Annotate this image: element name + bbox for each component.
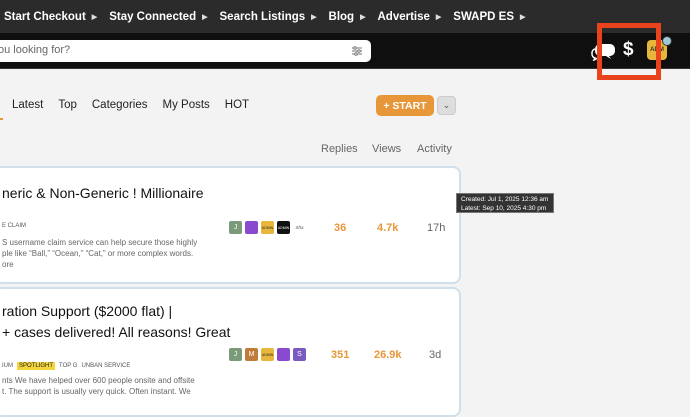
caret-right-icon: ▶	[202, 13, 208, 21]
column-views[interactable]: Views	[372, 143, 401, 155]
poster-avatars: J M ADMIN S	[229, 348, 306, 361]
avatar[interactable]: ADMIN	[261, 348, 274, 361]
nav-label: SWAPD ES	[453, 10, 515, 23]
activity-tooltip: Created: Jul 1, 2025 12:36 am Latest: Se…	[456, 193, 554, 213]
tab-latest[interactable]: Latest	[12, 99, 43, 111]
nav-search-listings[interactable]: Search Listings ▶	[220, 11, 317, 23]
chevron-down-icon[interactable]: ⌄	[437, 96, 456, 115]
nav-blog[interactable]: Blog ▶	[329, 11, 366, 23]
avatar[interactable]: J	[229, 221, 242, 234]
highlight-box	[597, 23, 661, 80]
avatar[interactable]: ADMIN	[277, 221, 290, 234]
topic-title[interactable]: neric & Non-Generic ! Millionaire	[2, 185, 204, 201]
tab-my-posts[interactable]: My Posts	[163, 99, 210, 111]
avatar-status-badge	[662, 36, 672, 46]
tag[interactable]: IUM	[2, 363, 13, 369]
top-navigation: Start Checkout ▶ Stay Connected ▶ Search L…	[0, 0, 690, 33]
topic-excerpt: nts We have helped over 600 people onsit…	[2, 375, 195, 397]
topic-tags: IUM SPOTLIGHT TOP G UNBAN SERVICE	[2, 362, 130, 370]
start-button-label: + START	[383, 99, 427, 112]
poster-avatars: J ADMIN ADMIN Sha	[229, 221, 306, 234]
caret-right-icon: ▶	[91, 13, 98, 21]
excerpt-line: t. The support is usually very quick. Of…	[2, 387, 191, 396]
search-input[interactable]	[0, 44, 328, 56]
avatar[interactable]: J	[229, 348, 242, 361]
topic-excerpt: S username claim service can help secure…	[2, 237, 197, 270]
filter-icon[interactable]	[351, 45, 363, 57]
tag[interactable]: SPOTLIGHT	[17, 362, 56, 370]
column-replies[interactable]: Replies	[321, 143, 358, 155]
caret-right-icon: ▶	[435, 13, 442, 21]
activity-time[interactable]: 17h	[427, 222, 445, 234]
nav-label: Search Listings	[219, 10, 306, 23]
activity-time[interactable]: 3d	[429, 349, 441, 361]
nav-label: Stay Connected	[109, 10, 197, 23]
view-count: 4.7k	[377, 222, 399, 234]
avatar[interactable]: Sha	[293, 221, 306, 234]
excerpt-line: ore	[2, 260, 14, 269]
topic-tags: E CLAIM	[2, 223, 26, 229]
topic-title[interactable]: + cases delivered! All reasons! Great	[2, 324, 230, 340]
avatar[interactable]: M	[245, 348, 258, 361]
tag[interactable]: E CLAIM	[2, 223, 26, 229]
view-count: 26.9k	[374, 349, 402, 361]
excerpt-line: nts We have helped over 600 people onsit…	[2, 376, 195, 385]
caret-right-icon: ▶	[520, 13, 526, 21]
nav-advertise[interactable]: Advertise ▶	[377, 11, 441, 23]
excerpt-line: ple like “Ball,” “Ocean,” “Cat,” or more…	[2, 249, 194, 258]
nav-stay-connected[interactable]: Stay Connected ▶	[109, 11, 207, 23]
avatar[interactable]	[245, 221, 258, 234]
reply-count: 36	[334, 222, 347, 234]
caret-right-icon: ▶	[360, 13, 366, 21]
nav-start-checkout[interactable]: Start Checkout ▶	[4, 11, 97, 23]
start-topic-button[interactable]: + START	[376, 95, 434, 116]
search-box[interactable]	[0, 40, 371, 62]
tab-categories[interactable]: Categories	[92, 99, 148, 111]
column-activity[interactable]: Activity	[417, 143, 452, 155]
nav-label: Start Checkout	[4, 10, 86, 23]
active-tab-indicator	[0, 118, 3, 120]
topic-card[interactable]: ration Support ($2000 flat) | + cases de…	[0, 287, 461, 417]
avatar[interactable]: ADMIN	[261, 221, 274, 234]
site-header	[0, 33, 690, 69]
tooltip-created: Created: Jul 1, 2025 12:36 am	[461, 196, 549, 203]
tab-top[interactable]: Top	[58, 99, 77, 111]
nav-label: Advertise	[377, 10, 430, 23]
nav-swapd-es[interactable]: SWAPD ES ▶	[453, 11, 525, 23]
tag[interactable]: UNBAN SERVICE	[81, 363, 130, 369]
tab-hot[interactable]: HOT	[225, 99, 249, 111]
topic-tabs: Latest Top Categories My Posts HOT	[12, 99, 249, 111]
tooltip-latest: Latest: Sep 10, 2025 4:30 pm	[461, 205, 547, 212]
tag[interactable]: TOP G	[59, 363, 77, 369]
topic-card[interactable]: neric & Non-Generic ! Millionaire E CLAI…	[0, 166, 461, 284]
avatar[interactable]: S	[293, 348, 306, 361]
reply-count: 351	[331, 349, 350, 361]
avatar[interactable]	[277, 348, 290, 361]
caret-right-icon: ▶	[311, 13, 317, 21]
nav-label: Blog	[328, 10, 355, 23]
excerpt-line: S username claim service can help secure…	[2, 238, 198, 247]
topic-title[interactable]: ration Support ($2000 flat) |	[2, 303, 172, 319]
